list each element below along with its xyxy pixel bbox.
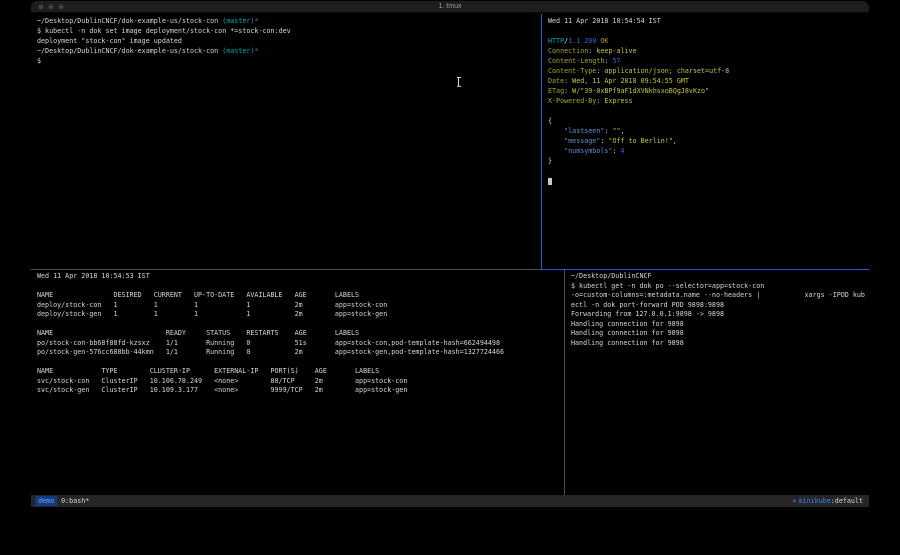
terminal-line: Handling connection for 9898	[571, 339, 869, 349]
terminal-line	[548, 176, 869, 186]
terminal-line	[548, 26, 869, 36]
pods-table-row: po/stock-con-bb68f88fd-kzsxz1/1Running05…	[37, 339, 564, 349]
window-titlebar[interactable]: 1. tmux	[31, 1, 869, 13]
helm-wheel-icon: ⎈	[793, 497, 797, 505]
pane-divider-vertical-top-active[interactable]	[541, 14, 542, 270]
terminal-line: ectl -n dok port-forward POD 9898:9898	[571, 301, 869, 311]
deployments-table-row: deploy/stock-con11112mapp=stock-con	[37, 301, 564, 311]
pane-top-left-shell[interactable]: ~/Desktop/DublinCNCF/dok-example-us/stoc…	[31, 14, 541, 269]
pane-bottom-left-kubectl-get[interactable]: Wed 11 Apr 2018 10:54:53 IST NAMEDESIREDC…	[31, 270, 564, 496]
pane-top-right-http-response[interactable]: Wed 11 Apr 2018 10:54:54 IST HTTP/1.1 200…	[542, 14, 869, 269]
traffic-lights	[38, 4, 64, 10]
terminal-line	[548, 166, 869, 176]
terminal-line: {	[548, 116, 869, 126]
window-list-item[interactable]: 0:bash*	[61, 497, 89, 505]
terminal-line: Handling connection for 9898	[571, 320, 869, 330]
tmux-status-bar: demo 0:bash* ⎈ minikube :default	[31, 495, 869, 507]
kube-context-status: ⎈ minikube :default	[793, 497, 863, 505]
terminal-line: "numsymbols": 4	[548, 146, 869, 156]
terminal-line: ETag: W/"39-0xBPf9aF1dXVNkhsxoBQgJ8vKzo"	[548, 86, 869, 96]
terminal-content: ~/Desktop/DublinCNCF/dok-example-us/stoc…	[31, 14, 869, 496]
terminal-line: ~/Desktop/DublinCNCF	[571, 272, 869, 282]
terminal-line: Wed 11 Apr 2018 10:54:54 IST	[548, 16, 869, 26]
terminal-line: Content-Length: 57	[548, 56, 869, 66]
deployments-table-header: NAMEDESIREDCURRENTUP-TO-DATEAVAILABLEAGE…	[37, 291, 564, 301]
terminal-line: Content-Type: application/json; charset=…	[548, 66, 869, 76]
terminal-line	[37, 358, 564, 368]
pods-table-row: po/stock-gen-576cc688bb-44kmn1/1Running0…	[37, 348, 564, 358]
text-ibeam-pointer-icon	[456, 77, 461, 87]
deployments-table-row: deploy/stock-gen11112mapp=stock-gen	[37, 310, 564, 320]
terminal-line: X-Powered-By: Express	[548, 96, 869, 106]
services-table-row: svc/stock-genClusterIP10.109.3.177<none>…	[37, 386, 564, 396]
pane-divider-vertical-bottom[interactable]	[564, 270, 565, 496]
close-button[interactable]	[38, 4, 44, 10]
session-name-badge: demo	[35, 496, 57, 506]
terminal-line	[37, 282, 564, 292]
terminal-window: 1. tmux ~/Desktop/DublinCNCF/dok-example…	[31, 1, 869, 507]
terminal-line: "message": "Off to Berlin!",	[548, 136, 869, 146]
terminal-line: -o=custom-columns=:metadata.name --no-he…	[571, 291, 869, 301]
terminal-line: ~/Desktop/DublinCNCF/dok-example-us/stoc…	[37, 46, 541, 56]
pods-table-header: NAMEREADYSTATUSRESTARTSAGELABELS	[37, 329, 564, 339]
pane-divider-horizontal-right-active[interactable]	[541, 269, 869, 270]
terminal-line: $	[37, 56, 541, 66]
kube-namespace: :default	[831, 497, 863, 505]
zoom-button[interactable]	[58, 4, 64, 10]
terminal-line: Handling connection for 9898	[571, 329, 869, 339]
terminal-line: HTTP/1.1 200 OK	[548, 36, 869, 46]
terminal-cursor	[548, 178, 552, 185]
terminal-line: $ kubectl -n dok set image deployment/st…	[37, 26, 541, 36]
terminal-line: ~/Desktop/DublinCNCF/dok-example-us/stoc…	[37, 16, 541, 26]
terminal-line: Forwarding from 127.0.0.1:9898 -> 9898	[571, 310, 869, 320]
screen: 1. tmux ~/Desktop/DublinCNCF/dok-example…	[0, 0, 900, 555]
services-table-header: NAMETYPECLUSTER-IPEXTERNAL-IPPORT(S)AGEL…	[37, 367, 564, 377]
terminal-line: "lastseen": "",	[548, 126, 869, 136]
terminal-line: Connection: keep-alive	[548, 46, 869, 56]
kube-context-name: minikube	[799, 497, 831, 505]
terminal-line: Date: Wed, 11 Apr 2018 09:54:55 GMT	[548, 76, 869, 86]
terminal-line	[548, 106, 869, 116]
terminal-line: }	[548, 156, 869, 166]
window-title: 1. tmux	[31, 3, 869, 10]
pane-bottom-right-port-forward[interactable]: ~/Desktop/DublinCNCF$ kubectl get -n dok…	[566, 270, 869, 496]
terminal-line: $ kubectl get -n dok po --selector=app=s…	[571, 282, 869, 292]
terminal-line: deployment "stock-con" image updated	[37, 36, 541, 46]
services-table-row: svc/stock-conClusterIP10.106.78.249<none…	[37, 377, 564, 387]
minimize-button[interactable]	[48, 4, 54, 10]
terminal-line: Wed 11 Apr 2018 10:54:53 IST	[37, 272, 564, 282]
terminal-line	[37, 320, 564, 330]
pane-divider-horizontal-left[interactable]	[31, 269, 541, 270]
